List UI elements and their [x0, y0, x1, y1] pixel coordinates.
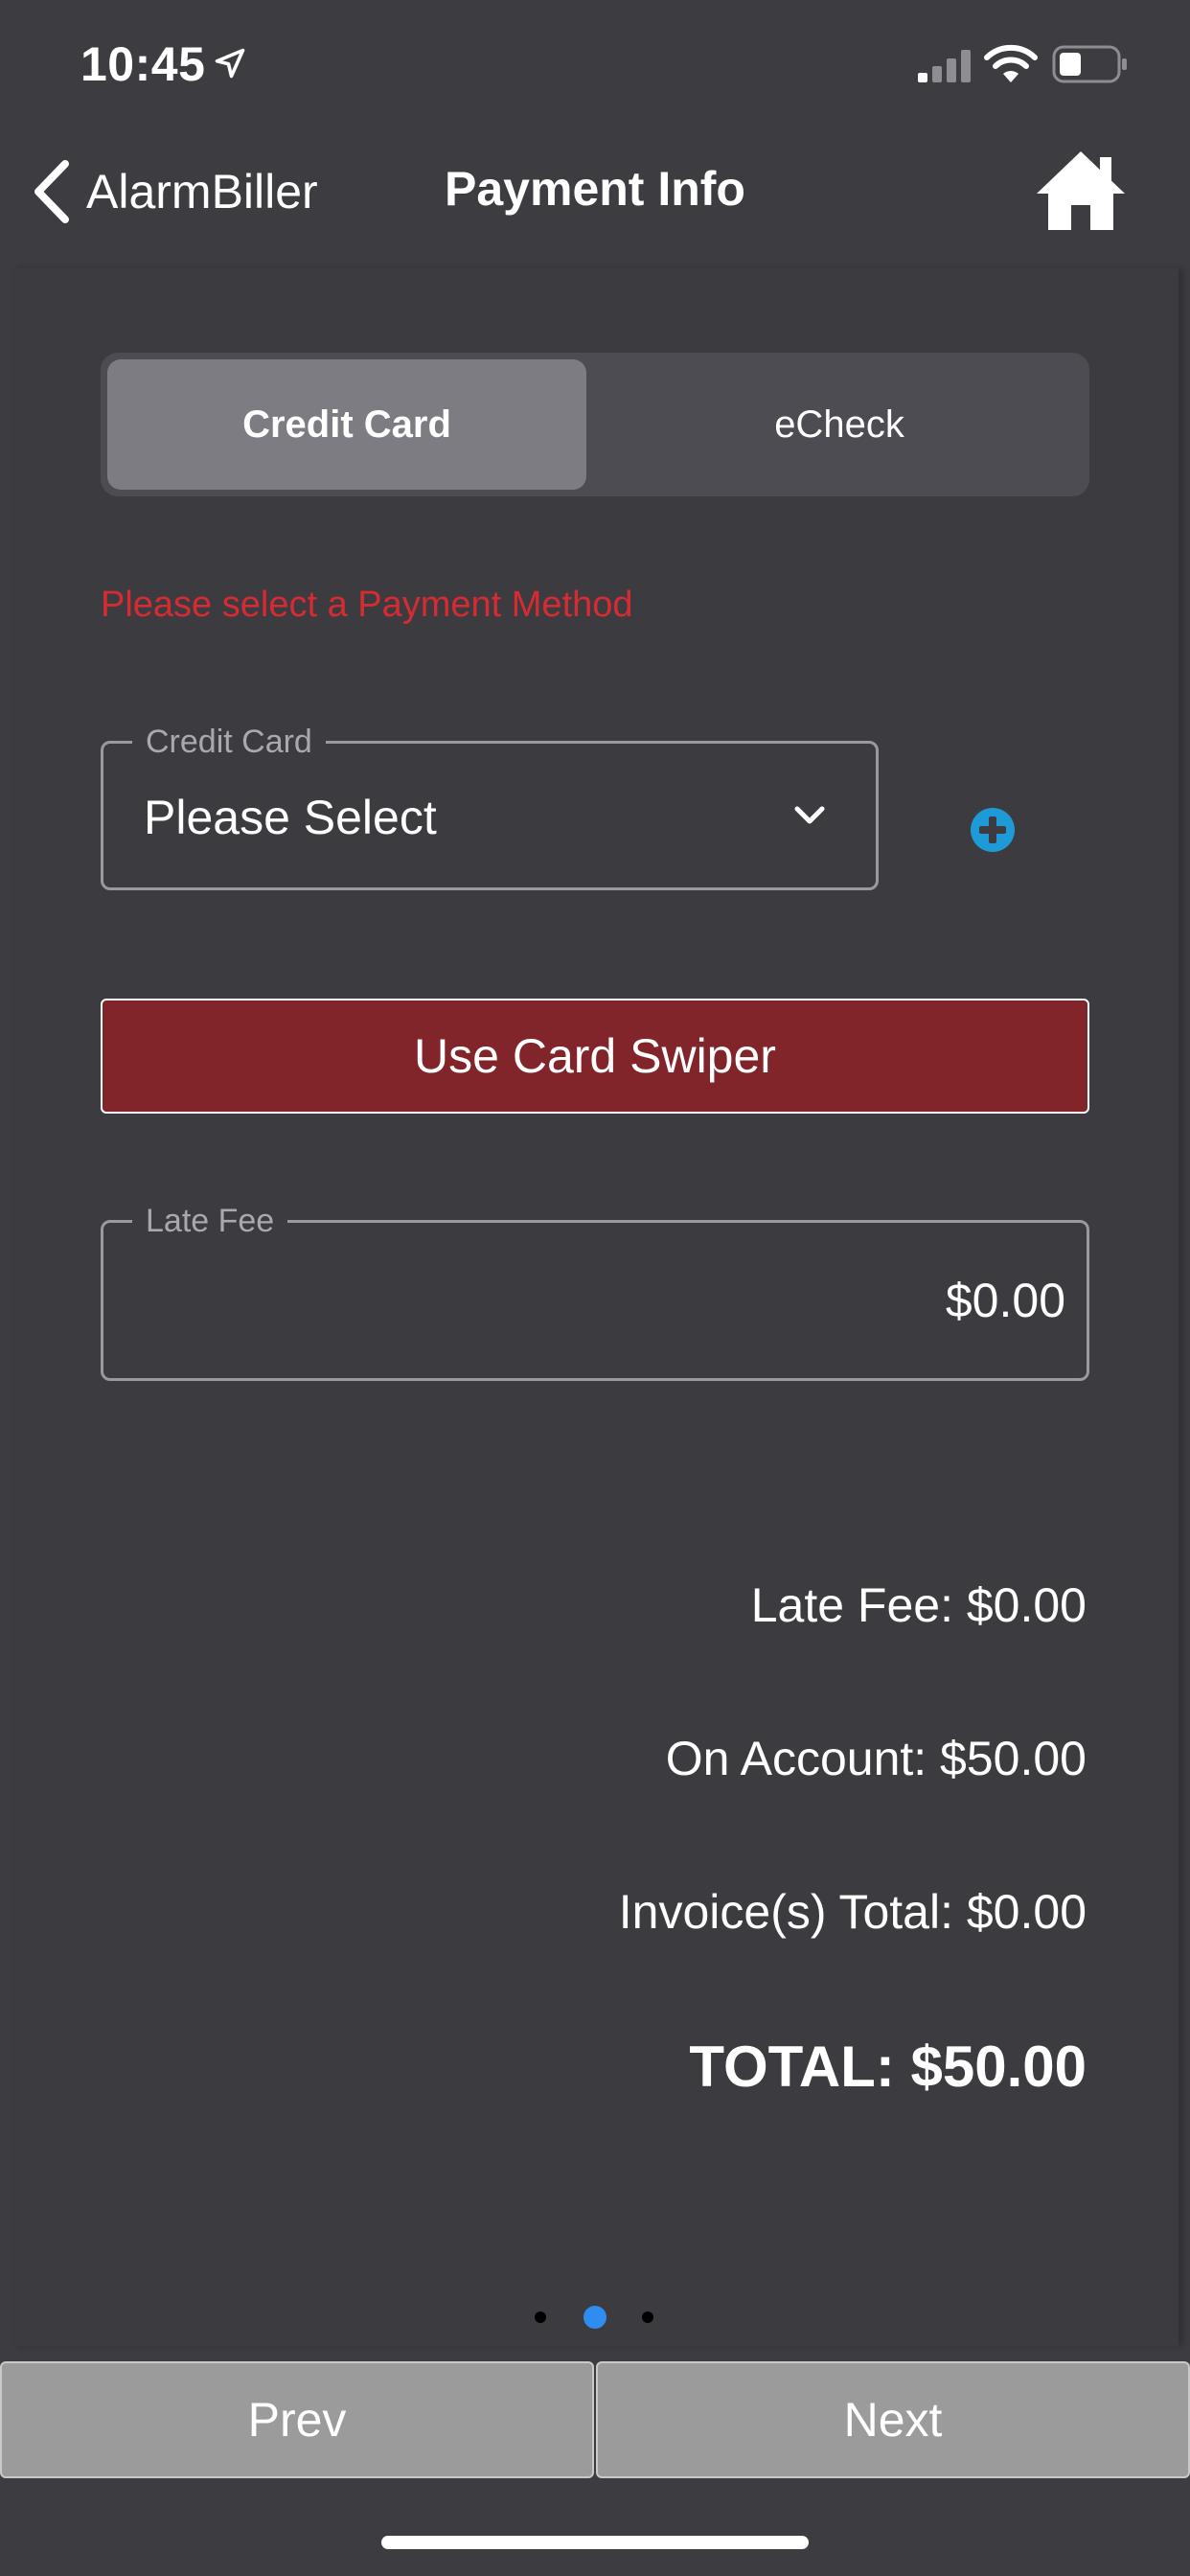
- payment-method-segmented-control: Credit Card eCheck: [101, 353, 1089, 496]
- tab-credit-card[interactable]: Credit Card: [107, 359, 586, 490]
- summary-on-account: On Account: $50.00: [665, 1732, 1087, 1785]
- cellular-signal-icon: [918, 50, 971, 82]
- summary-invoices-total: Invoice(s) Total: $0.00: [618, 1885, 1087, 1939]
- summary-total: TOTAL: $50.00: [689, 2035, 1087, 2099]
- payment-info-screen: 10:45 AlarmBiller Payment Info Credit Ca…: [0, 0, 1190, 2576]
- page-dot-3[interactable]: [642, 2312, 653, 2323]
- summary-late-fee: Late Fee: $0.00: [750, 1578, 1087, 1632]
- navigation-bar: AlarmBiller Payment Info: [0, 134, 1190, 249]
- payment-method-error: Please select a Payment Method: [101, 585, 633, 625]
- home-indicator[interactable]: [381, 2536, 809, 2549]
- late-fee-label: Late Fee: [132, 1202, 288, 1240]
- location-arrow-icon: [215, 48, 245, 79]
- page-title: Payment Info: [445, 162, 745, 216]
- credit-card-select[interactable]: Credit Card Please Select: [101, 723, 879, 890]
- late-fee-input[interactable]: Late Fee $0.00: [101, 1202, 1089, 1381]
- next-button[interactable]: Next: [596, 2361, 1190, 2478]
- credit-card-label: Credit Card: [132, 723, 326, 761]
- page-dot-1[interactable]: [535, 2312, 546, 2323]
- credit-card-value: Please Select: [144, 791, 437, 844]
- add-card-icon[interactable]: [970, 807, 1016, 853]
- use-card-swiper-button[interactable]: Use Card Swiper: [101, 999, 1089, 1114]
- battery-icon: [1052, 45, 1127, 83]
- page-dot-2-active[interactable]: [584, 2306, 606, 2329]
- late-fee-value: $0.00: [945, 1274, 1065, 1327]
- status-bar: 10:45: [0, 0, 1190, 125]
- home-icon[interactable]: [1035, 148, 1127, 234]
- wifi-icon: [984, 44, 1038, 82]
- status-time: 10:45: [80, 37, 206, 91]
- tab-echeck[interactable]: eCheck: [595, 359, 1084, 490]
- chevron-down-icon: [794, 806, 825, 824]
- prev-button[interactable]: Prev: [0, 2361, 594, 2478]
